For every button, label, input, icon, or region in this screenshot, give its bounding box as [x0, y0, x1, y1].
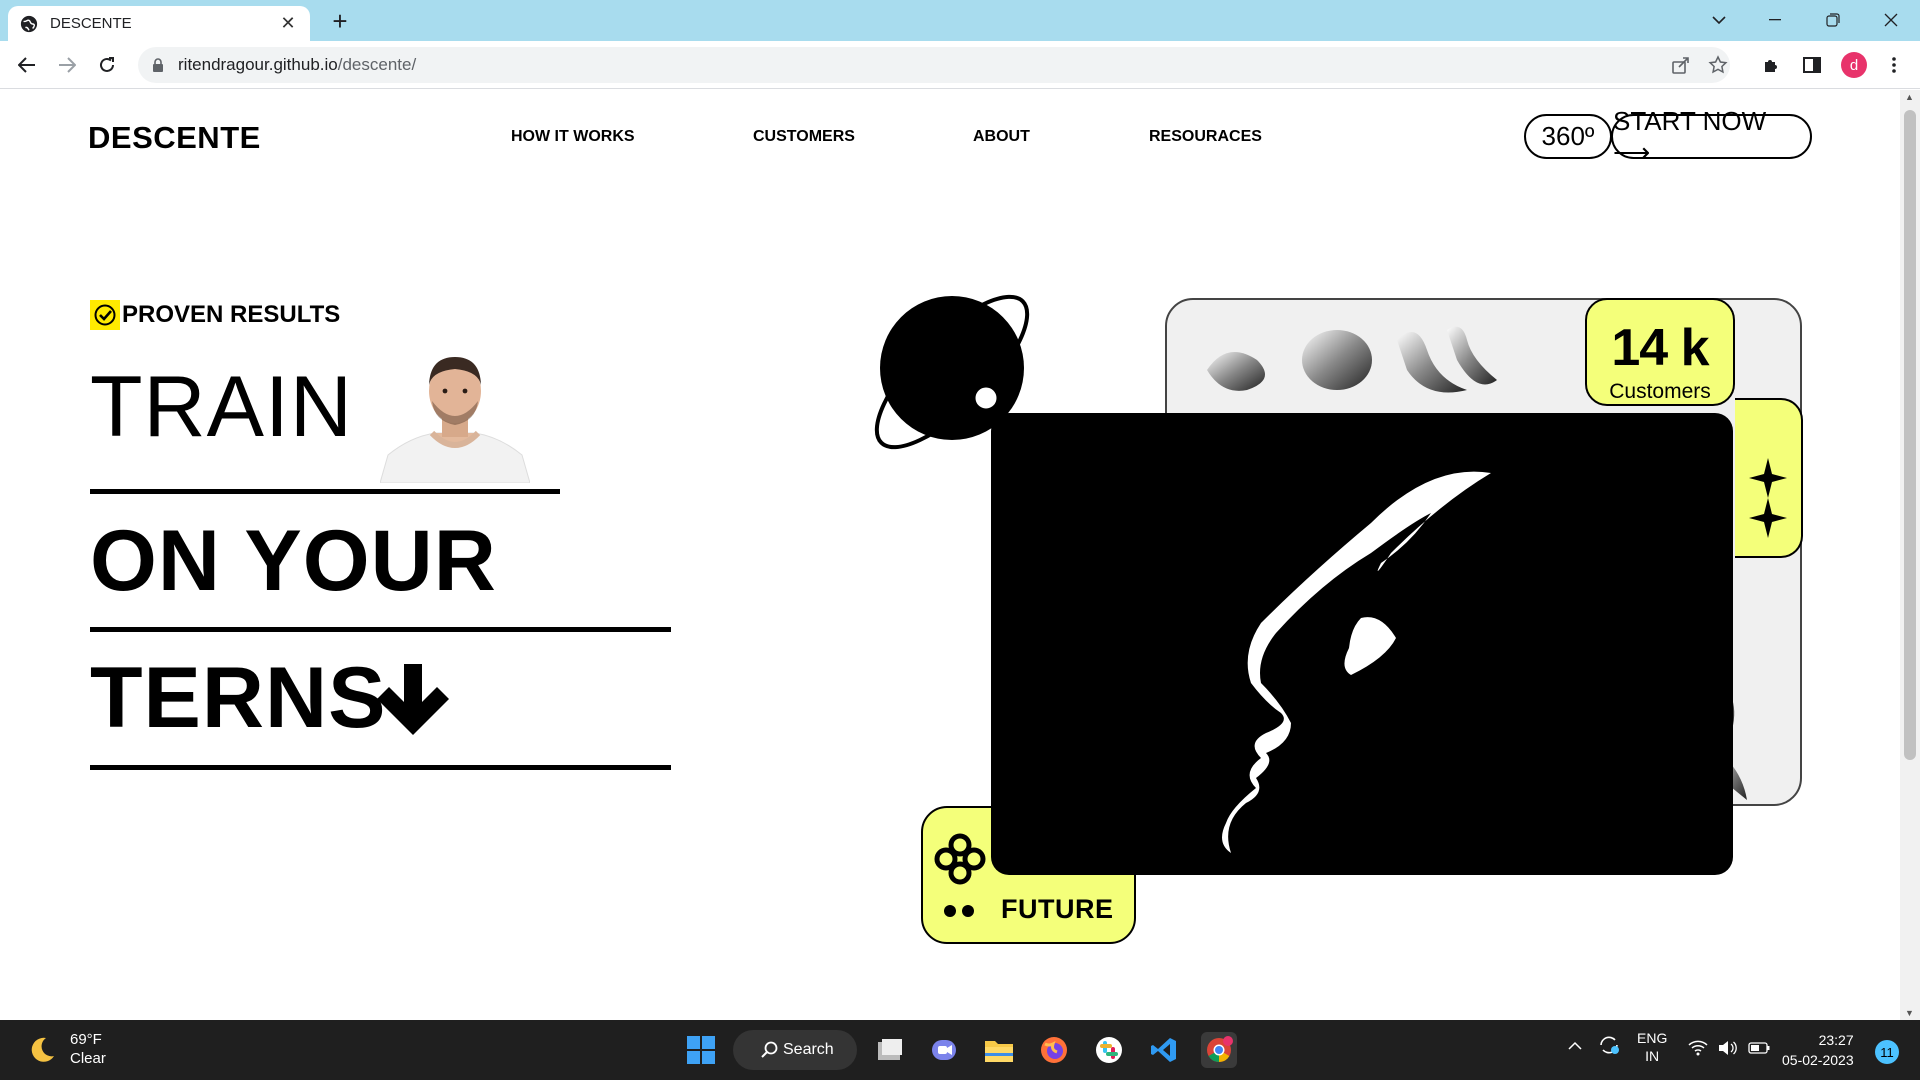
headline-line-3: TERNS [90, 650, 387, 746]
language-indicator[interactable]: ENG IN [1637, 1029, 1667, 1065]
tab-strip: DESCENTE ✕ + [0, 0, 1920, 41]
arrow-down-icon [377, 664, 449, 735]
battery-icon[interactable] [1748, 1041, 1770, 1057]
weather-widget[interactable]: 69°F Clear [26, 1030, 106, 1068]
browser-menu-icon[interactable] [1884, 52, 1904, 78]
face-art-card [991, 413, 1733, 875]
customers-count-badge: 14 k Customers [1585, 298, 1735, 406]
page-scrollbar[interactable]: ▲ ▼ [1900, 90, 1920, 1020]
scrollbar-thumb[interactable] [1904, 110, 1916, 760]
customers-count: 14 k [1611, 319, 1709, 377]
face-silhouette-art [1222, 471, 1491, 853]
scroll-down-icon[interactable]: ▼ [1905, 1008, 1914, 1018]
scroll-up-icon[interactable]: ▲ [1905, 92, 1914, 102]
nav-resources[interactable]: RESOURACES [1149, 128, 1262, 146]
bookmark-star-icon[interactable] [1708, 55, 1728, 75]
trainer-photo [380, 357, 530, 483]
proven-results-eyebrow: PROVEN RESULTS [90, 300, 340, 330]
wifi-icon[interactable] [1688, 1040, 1708, 1059]
new-tab-icon[interactable]: + [326, 6, 354, 36]
lock-icon[interactable] [152, 58, 164, 72]
sparkle-tab [1735, 398, 1803, 558]
360-button[interactable]: 360º [1524, 114, 1612, 159]
search-label: Search [783, 1041, 834, 1058]
share-icon[interactable] [1671, 55, 1691, 75]
web-page: DESCENTE HOW IT WORKS CUSTOMERS ABOUT RE… [0, 90, 1900, 1020]
start-now-button[interactable]: START NOW ⟶ [1611, 106, 1812, 167]
region-code: IN [1645, 1048, 1660, 1064]
address-bar-row: ritendragour.github.io/descente/ [0, 41, 1920, 89]
nav-about[interactable]: ABOUT [973, 128, 1030, 146]
weather-condition: Clear [70, 1050, 106, 1067]
file-explorer-icon[interactable] [981, 1032, 1017, 1068]
close-tab-icon[interactable]: ✕ [278, 13, 298, 34]
nav-customers[interactable]: CUSTOMERS [753, 128, 855, 146]
headline-line-1: TRAIN [90, 359, 353, 455]
nav-how-it-works[interactable]: HOW IT WORKS [511, 128, 635, 146]
clover-icon [934, 833, 986, 885]
teams-chat-icon[interactable] [926, 1032, 962, 1068]
tab-search-icon[interactable] [1696, 0, 1742, 40]
slack-icon[interactable] [1091, 1032, 1127, 1068]
headline-line-2: ON YOUR [90, 513, 497, 609]
back-icon[interactable] [13, 51, 41, 79]
firefox-icon[interactable] [1036, 1032, 1072, 1068]
profile-avatar[interactable]: d [1841, 52, 1867, 78]
close-window-icon[interactable] [1868, 0, 1914, 40]
site-logo[interactable]: DESCENTE [88, 120, 261, 156]
chrome-taskbar-icon[interactable] [1201, 1032, 1237, 1068]
restore-icon[interactable] [1810, 0, 1856, 40]
sparkle-icon [1749, 458, 1787, 538]
weather-temp: 69°F [70, 1031, 102, 1048]
moon-icon [31, 1037, 54, 1062]
url-path: /descente/ [337, 55, 417, 74]
url-text: ritendragour.github.io/descente/ [178, 55, 416, 75]
windows-taskbar: 69°F Clear Search ENG IN 23:27 05-02-2023 1… [0, 1020, 1920, 1080]
side-panel-icon[interactable] [1800, 53, 1824, 77]
task-view-icon[interactable] [872, 1032, 908, 1068]
windows-start-icon[interactable] [683, 1032, 719, 1068]
eyebrow-text: PROVEN RESULTS [122, 301, 341, 328]
clock-date: 05-02-2023 [1782, 1052, 1854, 1068]
vscode-icon[interactable] [1146, 1032, 1182, 1068]
notification-badge[interactable]: 11 [1875, 1040, 1899, 1064]
lang-code: ENG [1637, 1030, 1668, 1046]
globe-icon [20, 15, 38, 32]
headline-underline-1 [90, 489, 560, 494]
minimize-icon[interactable] [1752, 0, 1798, 40]
reload-icon[interactable] [93, 51, 121, 79]
headline-underline-2 [90, 627, 671, 632]
checkmark-icon [90, 300, 120, 330]
tab-title: DESCENTE [50, 15, 132, 32]
url-host: ritendragour.github.io [178, 55, 338, 74]
volume-icon[interactable] [1718, 1040, 1738, 1059]
sync-icon[interactable] [1598, 1034, 1620, 1059]
extensions-icon[interactable] [1760, 53, 1784, 77]
taskbar-search[interactable]: Search [733, 1030, 857, 1070]
tray-overflow-icon[interactable] [1568, 1038, 1582, 1054]
headline-underline-3 [90, 765, 671, 770]
omnibox[interactable]: ritendragour.github.io/descente/ [138, 47, 1730, 83]
customers-label: Customers [1609, 380, 1711, 403]
clock-time: 23:27 [1818, 1032, 1854, 1048]
browser-tab[interactable]: DESCENTE ✕ [8, 6, 310, 41]
future-label: FUTURE [1001, 894, 1114, 924]
search-icon [761, 1041, 778, 1058]
clock[interactable]: 23:27 05-02-2023 [1782, 1030, 1854, 1070]
dots-icon [944, 905, 974, 917]
forward-icon[interactable] [53, 51, 81, 79]
